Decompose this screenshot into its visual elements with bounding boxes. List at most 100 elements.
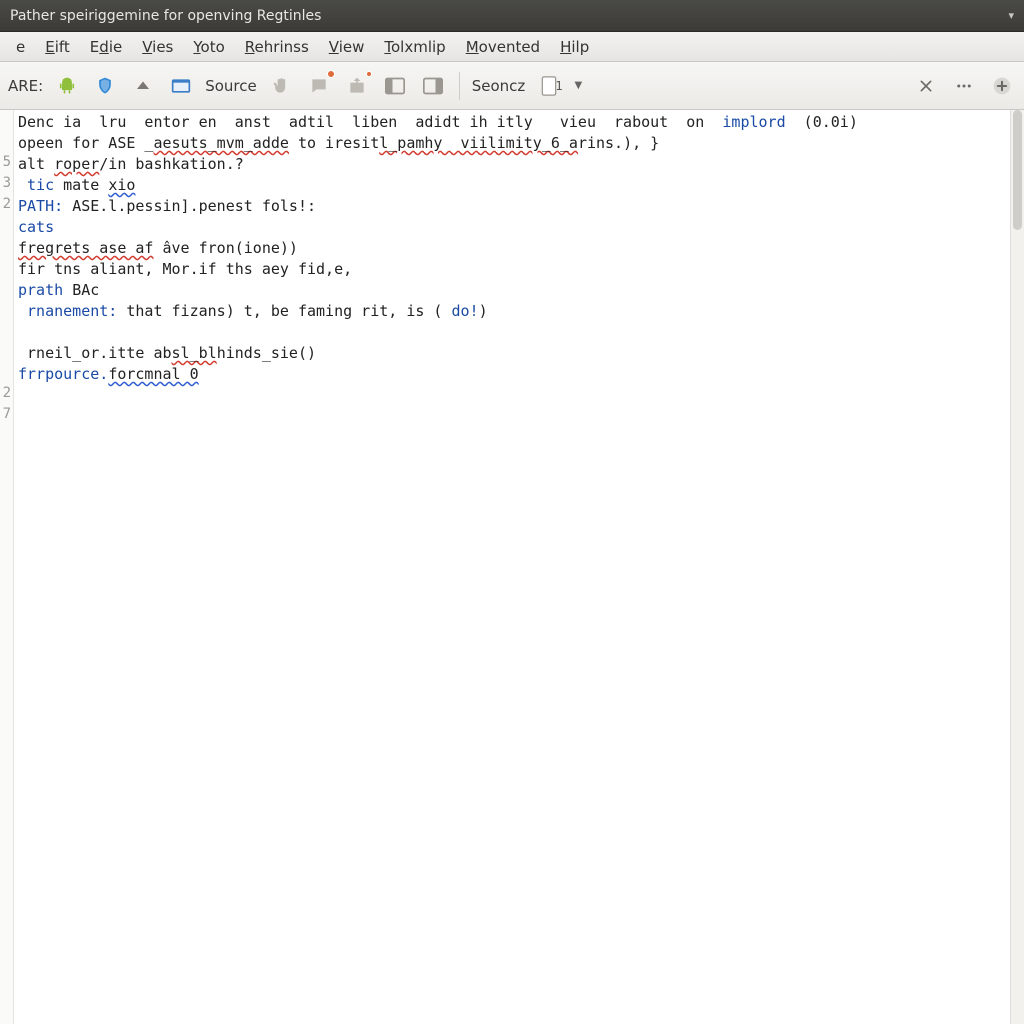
menu-vies[interactable]: Vies: [132, 34, 183, 60]
page-number: 1: [555, 79, 562, 93]
android-icon[interactable]: [53, 72, 81, 100]
code-segment: to iresit: [289, 134, 379, 152]
code-line[interactable]: rnanement: that fizans) t, be faming rit…: [18, 301, 1020, 322]
close-icon[interactable]: [912, 72, 940, 100]
code-segment: mate: [63, 176, 108, 194]
code-line[interactable]: opeen for ASE _aesuts_mvm_adde to iresit…: [18, 133, 1020, 154]
shield-icon[interactable]: [91, 72, 119, 100]
code-segment: (0.0i): [786, 113, 858, 131]
window-icon[interactable]: [167, 72, 195, 100]
code-segment: forcmnal: [108, 365, 180, 383]
panel-right-icon[interactable]: [419, 72, 447, 100]
code-segment: 0: [181, 365, 199, 383]
code-line[interactable]: fir tns aliant, Mor.if ths aey fid,e,: [18, 259, 1020, 280]
code-segment: do!: [451, 302, 478, 320]
gutter-line-number: [0, 238, 13, 259]
code-segment: âve fron(ione)): [153, 239, 298, 257]
menu-view[interactable]: View: [319, 34, 375, 60]
gutter-line-number: [0, 280, 13, 301]
code-segment: xio: [108, 176, 135, 194]
toolbar-separator: [459, 72, 460, 100]
menu-mnemonic: R: [245, 38, 255, 56]
vertical-scrollbar[interactable]: [1010, 110, 1024, 1024]
editor-area: 53227 Denc ia lru entor en anst adtil li…: [0, 110, 1024, 1024]
code-segment: ): [479, 302, 488, 320]
gutter-line-number: [0, 112, 13, 133]
menu-mnemonic: V: [329, 38, 339, 56]
code-segment: ASE.l.pessin].penest fols!:: [72, 197, 316, 215]
code-editor[interactable]: Denc ia lru entor en anst adtil liben ad…: [14, 110, 1024, 1024]
code-segment: /in bashkation.?: [99, 155, 244, 173]
code-segment: aesuts_mvm_adde: [153, 134, 288, 152]
notification-dot-icon: [327, 70, 335, 78]
menu-movented[interactable]: Movented: [456, 34, 550, 60]
gutter-line-number: [0, 259, 13, 280]
toolbar: ARE: Source Seoncz 1 ▼: [0, 62, 1024, 110]
gutter-line-number: 2: [0, 385, 13, 406]
code-line[interactable]: prath BAc: [18, 280, 1020, 301]
menu-eift[interactable]: Eift: [35, 34, 80, 60]
code-line[interactable]: cats: [18, 217, 1020, 238]
gutter-line-number: 2: [0, 196, 13, 217]
gutter-line-number: [0, 133, 13, 154]
dropdown-caret-icon[interactable]: ▼: [575, 80, 583, 91]
menu-mnemonic: M: [466, 38, 479, 56]
code-segment: alt: [18, 155, 54, 173]
code-segment: fir tns aliant, Mor.if ths aey fid,e,: [18, 260, 352, 278]
code-line[interactable]: PATH: ASE.l.pessin].penest fols!:: [18, 196, 1020, 217]
menu-mnemonic: E: [45, 38, 54, 56]
gutter-line-number: 3: [0, 175, 13, 196]
plus-circle-icon[interactable]: [988, 72, 1016, 100]
gutter-line-number: [0, 322, 13, 343]
code-segment: hinds_sie(): [217, 344, 316, 362]
gutter-line-number: [0, 343, 13, 364]
menu-edie[interactable]: Edie: [80, 34, 132, 60]
menu-mnemonic: V: [142, 38, 152, 56]
titlebar-dropdown-caret[interactable]: ▾: [1008, 9, 1014, 22]
code-segment: sl_bl: [172, 344, 217, 362]
chevron-up-icon[interactable]: [129, 72, 157, 100]
code-segment: PATH:: [18, 197, 72, 215]
scrollbar-thumb[interactable]: [1013, 110, 1022, 230]
code-line[interactable]: frrpource.forcmnal 0: [18, 364, 1020, 385]
menu-e[interactable]: e: [6, 34, 35, 60]
more-icon[interactable]: [950, 72, 978, 100]
code-segment: opeen for ASE _: [18, 134, 153, 152]
window-title: Pather speiriggemine for openving Regtin…: [10, 8, 1002, 24]
code-segment: cats: [18, 218, 54, 236]
code-line[interactable]: [18, 322, 1020, 343]
menu-yoto[interactable]: Yoto: [183, 34, 234, 60]
menu-hilp[interactable]: Hilp: [550, 34, 599, 60]
gutter-line-number: [0, 364, 13, 385]
gutter-line-number: 5: [0, 154, 13, 175]
menu-mnemonic: Y: [193, 38, 200, 56]
toolbar-seoncz-label: Seoncz: [472, 77, 526, 95]
code-line[interactable]: rneil_or.itte absl_blhinds_sie(): [18, 343, 1020, 364]
menu-mnemonic: T: [384, 38, 391, 56]
menubar: e Eift Edie Vies Yoto Rehrinss View Tolx…: [0, 32, 1024, 62]
hand-icon[interactable]: [267, 72, 295, 100]
notification-dot-icon: [366, 71, 372, 77]
code-segment: fregrets ase af: [18, 239, 153, 257]
code-segment: frrpource.: [18, 365, 108, 383]
editor-gutter: 53227: [0, 110, 14, 1024]
code-segment: tic: [18, 176, 63, 194]
panel-left-icon[interactable]: [381, 72, 409, 100]
code-segment: rneil_or.itte ab: [18, 344, 172, 362]
code-line[interactable]: fregrets ase af âve fron(ione)): [18, 238, 1020, 259]
menu-tolxmlip[interactable]: Tolxmlip: [374, 34, 455, 60]
code-segment: that fizans) t, be faming rit, is (: [117, 302, 451, 320]
code-segment: l_pamhy viilimity_6_a: [379, 134, 578, 152]
toolbar-source-label: Source: [205, 77, 257, 95]
code-segment: prath: [18, 281, 72, 299]
toolbar-left-label: ARE:: [8, 77, 43, 95]
code-segment: rnanement:: [18, 302, 117, 320]
gutter-line-number: [0, 217, 13, 238]
code-segment: Denc ia lru entor en anst adtil liben ad…: [18, 113, 722, 131]
code-line[interactable]: Denc ia lru entor en anst adtil liben ad…: [18, 112, 1020, 133]
menu-rehrinss[interactable]: Rehrinss: [235, 34, 319, 60]
window-titlebar: Pather speiriggemine for openving Regtin…: [0, 0, 1024, 32]
code-line[interactable]: alt roper/in bashkation.?: [18, 154, 1020, 175]
code-segment: rins.), }: [578, 134, 659, 152]
code-line[interactable]: tic mate xio: [18, 175, 1020, 196]
